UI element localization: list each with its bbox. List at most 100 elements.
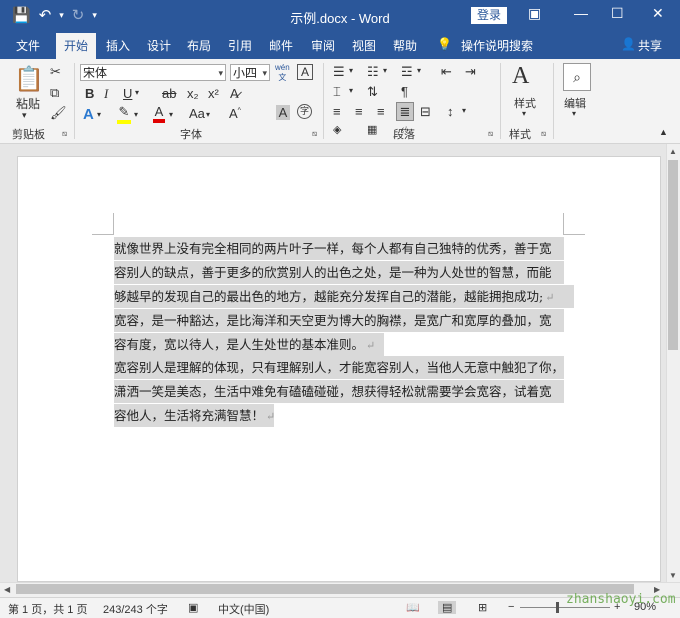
tab-help[interactable]: 帮助 (393, 37, 417, 54)
multilevel-list-icon[interactable]: ☲ (401, 64, 413, 80)
print-layout-icon[interactable]: ▤ (438, 601, 457, 614)
tab-home[interactable]: 开始 (56, 33, 97, 61)
line-spacing-icon[interactable]: ↕ (447, 104, 454, 119)
font-color-icon[interactable]: A (153, 104, 165, 123)
share-icon[interactable]: 👤 (621, 37, 636, 51)
text-effects-icon[interactable]: A (83, 106, 94, 123)
align-center-icon[interactable]: ≡ (355, 104, 363, 119)
italic-icon[interactable]: I (104, 86, 108, 102)
tab-insert[interactable]: 插入 (106, 37, 130, 54)
line-spacing-dropdown-icon[interactable]: ▾ (462, 106, 466, 115)
paragraph-launcher-icon[interactable]: ⧅ (488, 129, 493, 139)
bullets-dropdown-icon[interactable]: ▾ (349, 66, 353, 75)
shading-icon[interactable]: ◈ (333, 123, 341, 136)
scroll-down-icon[interactable]: ▼ (669, 571, 677, 580)
tab-file[interactable]: 文件 (16, 37, 40, 54)
ribbon-display-options-icon[interactable]: ▣ (528, 5, 541, 22)
font-name-box[interactable]: 宋体 ▾ (80, 64, 226, 81)
styles-dropdown-icon[interactable]: ▾ (522, 109, 526, 118)
highlight-dropdown-icon[interactable]: ▾ (134, 110, 138, 119)
paste-label[interactable]: 粘贴 (16, 95, 40, 112)
text-line[interactable]: 潇洒一笑是美态，生活中难免有磕磕碰碰，想获得轻松就需要学会宽容，试着宽 (114, 380, 564, 403)
tab-view[interactable]: 视图 (352, 37, 376, 54)
tab-design[interactable]: 设计 (147, 37, 171, 54)
highlight-icon[interactable]: ✎ (117, 104, 131, 124)
borders-icon[interactable]: ▦ (367, 123, 377, 136)
font-launcher-icon[interactable]: ⧅ (312, 129, 317, 139)
scroll-left-icon[interactable]: ◀ (4, 585, 10, 594)
font-name-dropdown-icon[interactable]: ▾ (218, 65, 223, 82)
numbering-dropdown-icon[interactable]: ▾ (383, 66, 387, 75)
cut-icon[interactable]: ✂ (50, 64, 61, 80)
tab-references[interactable]: 引用 (228, 37, 252, 54)
distributed-icon[interactable]: ⊟ (420, 104, 431, 120)
text-effects-dropdown-icon[interactable]: ▾ (97, 110, 101, 119)
tell-me-search[interactable]: 操作说明搜索 (461, 37, 533, 54)
clear-formatting-icon[interactable]: A̷ (230, 86, 239, 101)
tab-mailings[interactable]: 邮件 (269, 37, 293, 54)
decrease-indent-icon[interactable]: ⇤ (441, 64, 452, 80)
underline-icon[interactable]: U (123, 86, 132, 101)
read-mode-icon[interactable]: 📖 (406, 601, 420, 614)
superscript-icon[interactable]: x² (208, 86, 219, 101)
grow-font-icon[interactable]: A^ (229, 106, 241, 121)
tab-layout[interactable]: 布局 (187, 37, 211, 54)
character-shading-icon[interactable]: A (276, 105, 290, 120)
show-marks-icon[interactable]: ¶ (401, 84, 408, 99)
text-line[interactable]: 宽容别人是理解的体现，只有理解别人，才能宽容别人，当他人无意中触犯了你， (114, 356, 564, 379)
increase-indent-icon[interactable]: ⇥ (465, 64, 476, 80)
underline-dropdown-icon[interactable]: ▾ (135, 88, 139, 97)
copy-icon[interactable]: ⧉ (50, 85, 59, 101)
font-size-dropdown-icon[interactable]: ▾ (262, 65, 267, 82)
text-line[interactable]: 就像世界上没有完全相同的两片叶子一样，每个人都有自己独特的优秀，善于宽 (114, 237, 564, 260)
language[interactable]: 中文(中国) (218, 601, 269, 617)
change-case-dropdown-icon[interactable]: ▾ (206, 110, 210, 119)
collapse-ribbon-icon[interactable]: ▲ (659, 127, 668, 137)
proofing-icon[interactable]: ▣ (188, 601, 198, 614)
chinese-layout-icon[interactable]: ⌶ (333, 84, 341, 100)
enclose-characters-icon[interactable]: 字 (297, 104, 312, 119)
align-right-icon[interactable]: ≡ (377, 104, 385, 119)
font-color-dropdown-icon[interactable]: ▾ (169, 110, 173, 119)
subscript-icon[interactable]: x₂ (187, 86, 199, 101)
zoom-out-icon[interactable]: − (508, 601, 514, 613)
bold-icon[interactable]: B (85, 86, 94, 101)
editing-dropdown-icon[interactable]: ▾ (572, 109, 576, 118)
styles-launcher-icon[interactable]: ⧅ (541, 129, 546, 139)
search-icon[interactable]: ⌕ (563, 63, 591, 91)
justify-icon[interactable]: ≣ (396, 102, 414, 121)
zoom-slider-thumb[interactable] (556, 602, 559, 613)
paste-dropdown-icon[interactable]: ▾ (22, 110, 27, 121)
vertical-scroll-thumb[interactable] (668, 160, 678, 350)
page-count[interactable]: 第 1 页，共 1 页 (8, 601, 87, 617)
chinese-layout-dropdown-icon[interactable]: ▾ (349, 86, 353, 95)
share-button[interactable]: 共享 (638, 37, 662, 54)
web-layout-icon[interactable]: ⊞ (478, 601, 487, 614)
strikethrough-icon[interactable]: ab (162, 86, 176, 101)
styles-icon[interactable]: A (512, 63, 529, 90)
text-line[interactable]: 容有度，宽以待人，是人生处世的基本准则。 ↵ (114, 333, 384, 356)
clipboard-launcher-icon[interactable]: ⧅ (62, 129, 67, 139)
login-button[interactable]: 登录 (471, 7, 507, 24)
change-case-icon[interactable]: Aa (189, 106, 205, 121)
character-border-icon[interactable]: A (297, 64, 313, 80)
bullets-icon[interactable]: ☰ (333, 64, 345, 80)
phonetic-guide-icon[interactable]: wén 文 (275, 63, 290, 83)
text-line[interactable]: 容他人，生活将充满智慧！ ↵ (114, 404, 274, 427)
multilevel-dropdown-icon[interactable]: ▾ (417, 66, 421, 75)
close-icon[interactable]: ✕ (652, 5, 664, 22)
format-painter-icon[interactable]: 🖌 (50, 105, 67, 121)
align-left-icon[interactable]: ≡ (333, 104, 341, 119)
numbering-icon[interactable]: ☷ (367, 64, 379, 80)
paste-icon[interactable]: 📋 (14, 65, 44, 94)
minimize-icon[interactable]: — (574, 5, 588, 21)
word-count[interactable]: 243/243 个字 (103, 601, 168, 617)
scroll-up-icon[interactable]: ▲ (669, 147, 677, 156)
sort-icon[interactable]: ⇅ (367, 84, 378, 100)
zoom-slider[interactable] (520, 607, 610, 608)
font-size-box[interactable]: 小四 ▾ (230, 64, 270, 81)
text-line[interactable]: 容别人的缺点，善于更多的欣赏别人的出色之处，是一种为人处世的智慧，而能 (114, 261, 564, 284)
maximize-icon[interactable]: ☐ (611, 5, 624, 22)
text-line[interactable]: 够越早的发现自己的最出色的地方，越能充分发挥自己的潜能，越能拥抱成功; ↵ (114, 285, 574, 308)
tab-review[interactable]: 审阅 (311, 37, 335, 54)
